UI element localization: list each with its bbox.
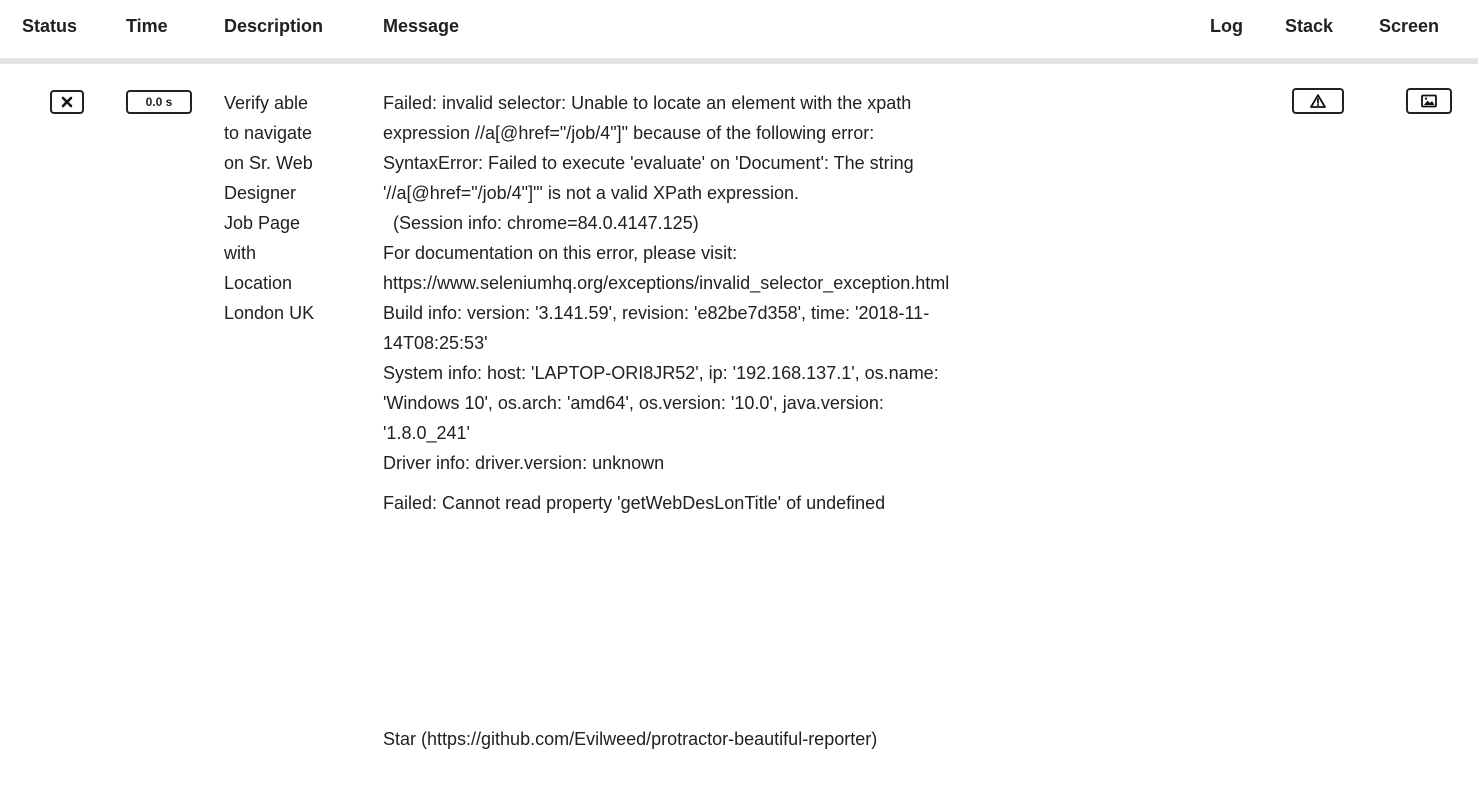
header-description: Description: [224, 16, 324, 36]
message-line: https://www.seleniumhq.org/exceptions/in…: [383, 273, 950, 293]
header-message: Message: [383, 16, 460, 36]
image-icon: [1421, 94, 1437, 108]
message-line: '//a[@href="/job/4"]"' is not a valid XP…: [383, 183, 800, 203]
description-line: Designer: [224, 183, 297, 203]
header-log: Log: [1210, 16, 1243, 36]
stack-trace-button[interactable]: [1292, 88, 1344, 114]
header-time: Time: [126, 16, 168, 36]
warning-icon: [1310, 94, 1326, 108]
message-line: 14T08:25:53': [383, 333, 488, 353]
message-line: expression //a[@href="/job/4"]" because …: [383, 123, 875, 143]
description-line: Verify able: [224, 93, 309, 113]
message-line: Driver info: driver.version: unknown: [383, 453, 665, 473]
github-star-link[interactable]: Star (https://github.com/Evilweed/protra…: [383, 726, 877, 752]
message-line: System info: host: 'LAPTOP-ORI8JR52', ip…: [383, 363, 939, 383]
header-status: Status: [22, 16, 78, 36]
header-screen: Screen: [1379, 16, 1440, 36]
close-icon: [61, 96, 73, 108]
message-line: Build info: version: '3.141.59', revisio…: [383, 303, 930, 323]
description-line: on Sr. Web: [224, 153, 313, 173]
header-stack: Stack: [1285, 16, 1334, 36]
description-line: Job Page: [224, 213, 301, 233]
failure-messages: Failed: invalid selector: Unable to loca…: [383, 88, 1193, 518]
description-line: Location: [224, 273, 293, 293]
table-header: Status Time Description Message Log Stac…: [0, 0, 1478, 64]
message-line: 'Windows 10', os.arch: 'amd64', os.versi…: [383, 393, 884, 413]
description-line: with: [224, 243, 257, 263]
message-line: (Session info: chrome=84.0.4147.125): [383, 213, 699, 233]
message-line: SyntaxError: Failed to execute 'evaluate…: [383, 153, 914, 173]
message-line: For documentation on this error, please …: [383, 243, 738, 263]
message-line: Failed: invalid selector: Unable to loca…: [383, 93, 912, 113]
table-row: 0.0 s Verify able to navigate on Sr. Web…: [0, 64, 1478, 800]
message-line: '1.8.0_241': [383, 423, 470, 443]
description-line: to navigate: [224, 123, 313, 143]
test-description: Verify able to navigate on Sr. Web Desig…: [224, 88, 354, 328]
report-page: Status Time Description Message Log Stac…: [0, 0, 1478, 800]
second-failure-message: Failed: Cannot read property 'getWebDesL…: [383, 493, 886, 513]
screenshot-button[interactable]: [1406, 88, 1452, 114]
time-badge: 0.0 s: [126, 90, 192, 114]
status-failed-button[interactable]: [50, 90, 84, 114]
description-line: London UK: [224, 303, 315, 323]
